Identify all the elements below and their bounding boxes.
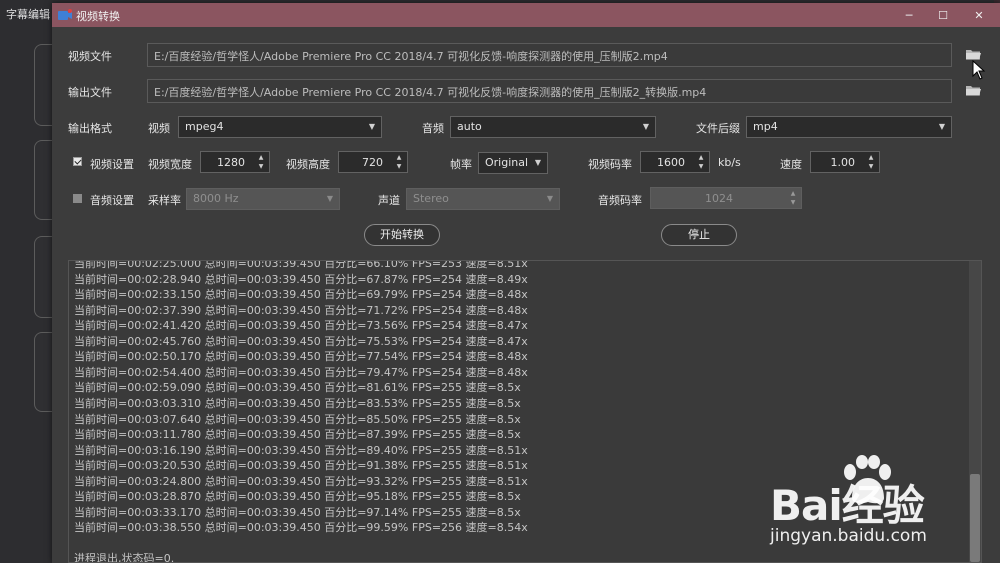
video-codec-select[interactable]: mpeg4 ▼ [178,116,382,138]
output-file-label: 输出文件 [68,86,112,99]
audio-settings-label: 音频设置 [90,194,134,207]
video-width-value: 1280 [217,156,245,169]
log-line: 当前时间=00:03:03.310 总时间=00:03:39.450 百分比=8… [74,397,521,410]
chevron-down-icon: ▼ [642,122,649,131]
log-line: 当前时间=00:03:16.190 总时间=00:03:39.450 百分比=8… [74,444,528,457]
baidu-jingyan-watermark: Bai经验 jingyan.baidu.com [760,452,1000,563]
input-file-field[interactable]: E:/百度经验/哲学怪人/Adobe Premiere Pro CC 2018/… [147,43,952,67]
minimize-button[interactable]: ─ [892,5,926,25]
frame-rate-select[interactable]: Original ▼ [478,152,548,174]
sample-rate-select[interactable]: 8000 Hz ▼ [186,188,340,210]
sample-rate-label: 采样率 [148,194,181,207]
audio-codec-label: 音频 [422,122,444,135]
dialog-titlebar[interactable]: 视频转换 ─ ☐ ✕ [52,3,1000,27]
maximize-button[interactable]: ☐ [926,5,960,25]
video-width-spinbox[interactable]: 1280 ▲ ▼ [200,151,270,173]
spin-down-icon[interactable]: ▼ [696,163,706,170]
close-icon: ✕ [974,8,984,22]
speed-value: 1.00 [830,156,856,169]
minimize-icon: ─ [905,8,913,22]
audio-bitrate-value: 1024 [705,192,733,205]
speed-label: 速度 [780,158,802,171]
log-line: 当前时间=00:03:24.800 总时间=00:03:39.450 百分比=9… [74,475,528,488]
video-height-label: 视频高度 [286,158,330,171]
log-line: 当前时间=00:02:54.400 总时间=00:03:39.450 百分比=7… [74,366,528,379]
channel-label: 声道 [378,194,400,207]
log-line: 当前时间=00:02:28.940 总时间=00:03:39.450 百分比=6… [74,273,528,286]
log-line: 进程退出,状态码=0. [74,552,175,563]
video-codec-label: 视频 [148,122,170,135]
audio-bitrate-label: 音频码率 [598,194,642,207]
log-line: 当前时间=00:02:59.090 总时间=00:03:39.450 百分比=8… [74,381,521,394]
video-codec-value: mpeg4 [185,120,224,133]
log-line: 当前时间=00:03:11.780 总时间=00:03:39.450 百分比=8… [74,428,521,441]
spin-down-icon[interactable]: ▼ [788,199,798,206]
file-extension-value: mp4 [753,120,778,133]
channel-value: Stereo [413,192,449,205]
chevron-down-icon: ▼ [534,158,541,167]
frame-rate-label: 帧率 [450,158,472,171]
open-folder-icon[interactable] [965,83,981,97]
spin-down-icon[interactable]: ▼ [256,163,266,170]
app-icon [58,9,72,20]
mouse-cursor-icon [972,60,986,80]
log-line: 当前时间=00:02:41.420 总时间=00:03:39.450 百分比=7… [74,319,528,332]
chevron-down-icon: ▼ [546,194,553,203]
video-settings-label: 视频设置 [90,158,134,171]
video-width-label: 视频宽度 [148,158,192,171]
input-file-label: 视频文件 [68,50,112,63]
watermark-url: jingyan.baidu.com [770,526,927,546]
output-format-label: 输出格式 [68,122,112,135]
log-line: 当前时间=00:03:33.170 总时间=00:03:39.450 百分比=9… [74,506,521,519]
log-line: 当前时间=00:03:20.530 总时间=00:03:39.450 百分比=9… [74,459,528,472]
maximize-icon: ☐ [938,8,948,22]
sample-rate-value: 8000 Hz [193,192,239,205]
chevron-down-icon: ▼ [938,122,945,131]
log-line: 当前时间=00:03:28.870 总时间=00:03:39.450 百分比=9… [74,490,521,503]
output-file-field[interactable]: E:/百度经验/哲学怪人/Adobe Premiere Pro CC 2018/… [147,79,952,103]
chevron-down-icon: ▼ [326,194,333,203]
stop-button[interactable]: 停止 [661,224,737,246]
video-bitrate-unit: kb/s [718,156,741,169]
log-line: 当前时间=00:02:37.390 总时间=00:03:39.450 百分比=7… [74,304,528,317]
spin-up-icon[interactable]: ▲ [696,154,706,161]
chevron-down-icon: ▼ [368,122,375,131]
log-line: 当前时间=00:03:38.550 总时间=00:03:39.450 百分比=9… [74,521,528,534]
open-folder-icon[interactable] [965,47,981,61]
spin-up-icon[interactable]: ▲ [256,154,266,161]
dialog-title: 视频转换 [76,10,120,23]
spin-down-icon[interactable]: ▼ [394,163,404,170]
start-convert-button[interactable]: 开始转换 [364,224,440,246]
spin-up-icon[interactable]: ▲ [788,190,798,197]
video-bitrate-spinbox[interactable]: 1600 ▲ ▼ [640,151,710,173]
file-extension-label: 文件后缀 [696,122,740,135]
log-line: 当前时间=00:02:33.150 总时间=00:03:39.450 百分比=6… [74,288,528,301]
speed-spinbox[interactable]: 1.00 ▲ ▼ [810,151,880,173]
channel-select[interactable]: Stereo ▼ [406,188,560,210]
log-line: 当前时间=00:03:07.640 总时间=00:03:39.450 百分比=8… [74,413,521,426]
frame-rate-value: Original [485,156,529,169]
spin-up-icon[interactable]: ▲ [394,154,404,161]
video-settings-checkbox[interactable] [73,157,82,166]
background-window-title: 字幕编辑 [6,8,50,21]
audio-codec-value: auto [457,120,482,133]
video-bitrate-value: 1600 [657,156,685,169]
watermark-brand: Bai经验 [770,481,925,530]
audio-codec-select[interactable]: auto ▼ [450,116,656,138]
log-line: 当前时间=00:02:45.760 总时间=00:03:39.450 百分比=7… [74,335,528,348]
spin-up-icon[interactable]: ▲ [866,154,876,161]
video-height-spinbox[interactable]: 720 ▲ ▼ [338,151,408,173]
audio-settings-checkbox[interactable] [73,194,82,203]
file-extension-select[interactable]: mp4 ▼ [746,116,952,138]
audio-bitrate-spinbox[interactable]: 1024 ▲ ▼ [650,187,802,209]
spin-down-icon[interactable]: ▼ [866,163,876,170]
video-height-value: 720 [362,156,383,169]
log-line: 当前时间=00:02:25.000 总时间=00:03:39.450 百分比=6… [74,260,528,270]
close-button[interactable]: ✕ [962,5,996,25]
log-line: 当前时间=00:02:50.170 总时间=00:03:39.450 百分比=7… [74,350,528,363]
video-bitrate-label: 视频码率 [588,158,632,171]
